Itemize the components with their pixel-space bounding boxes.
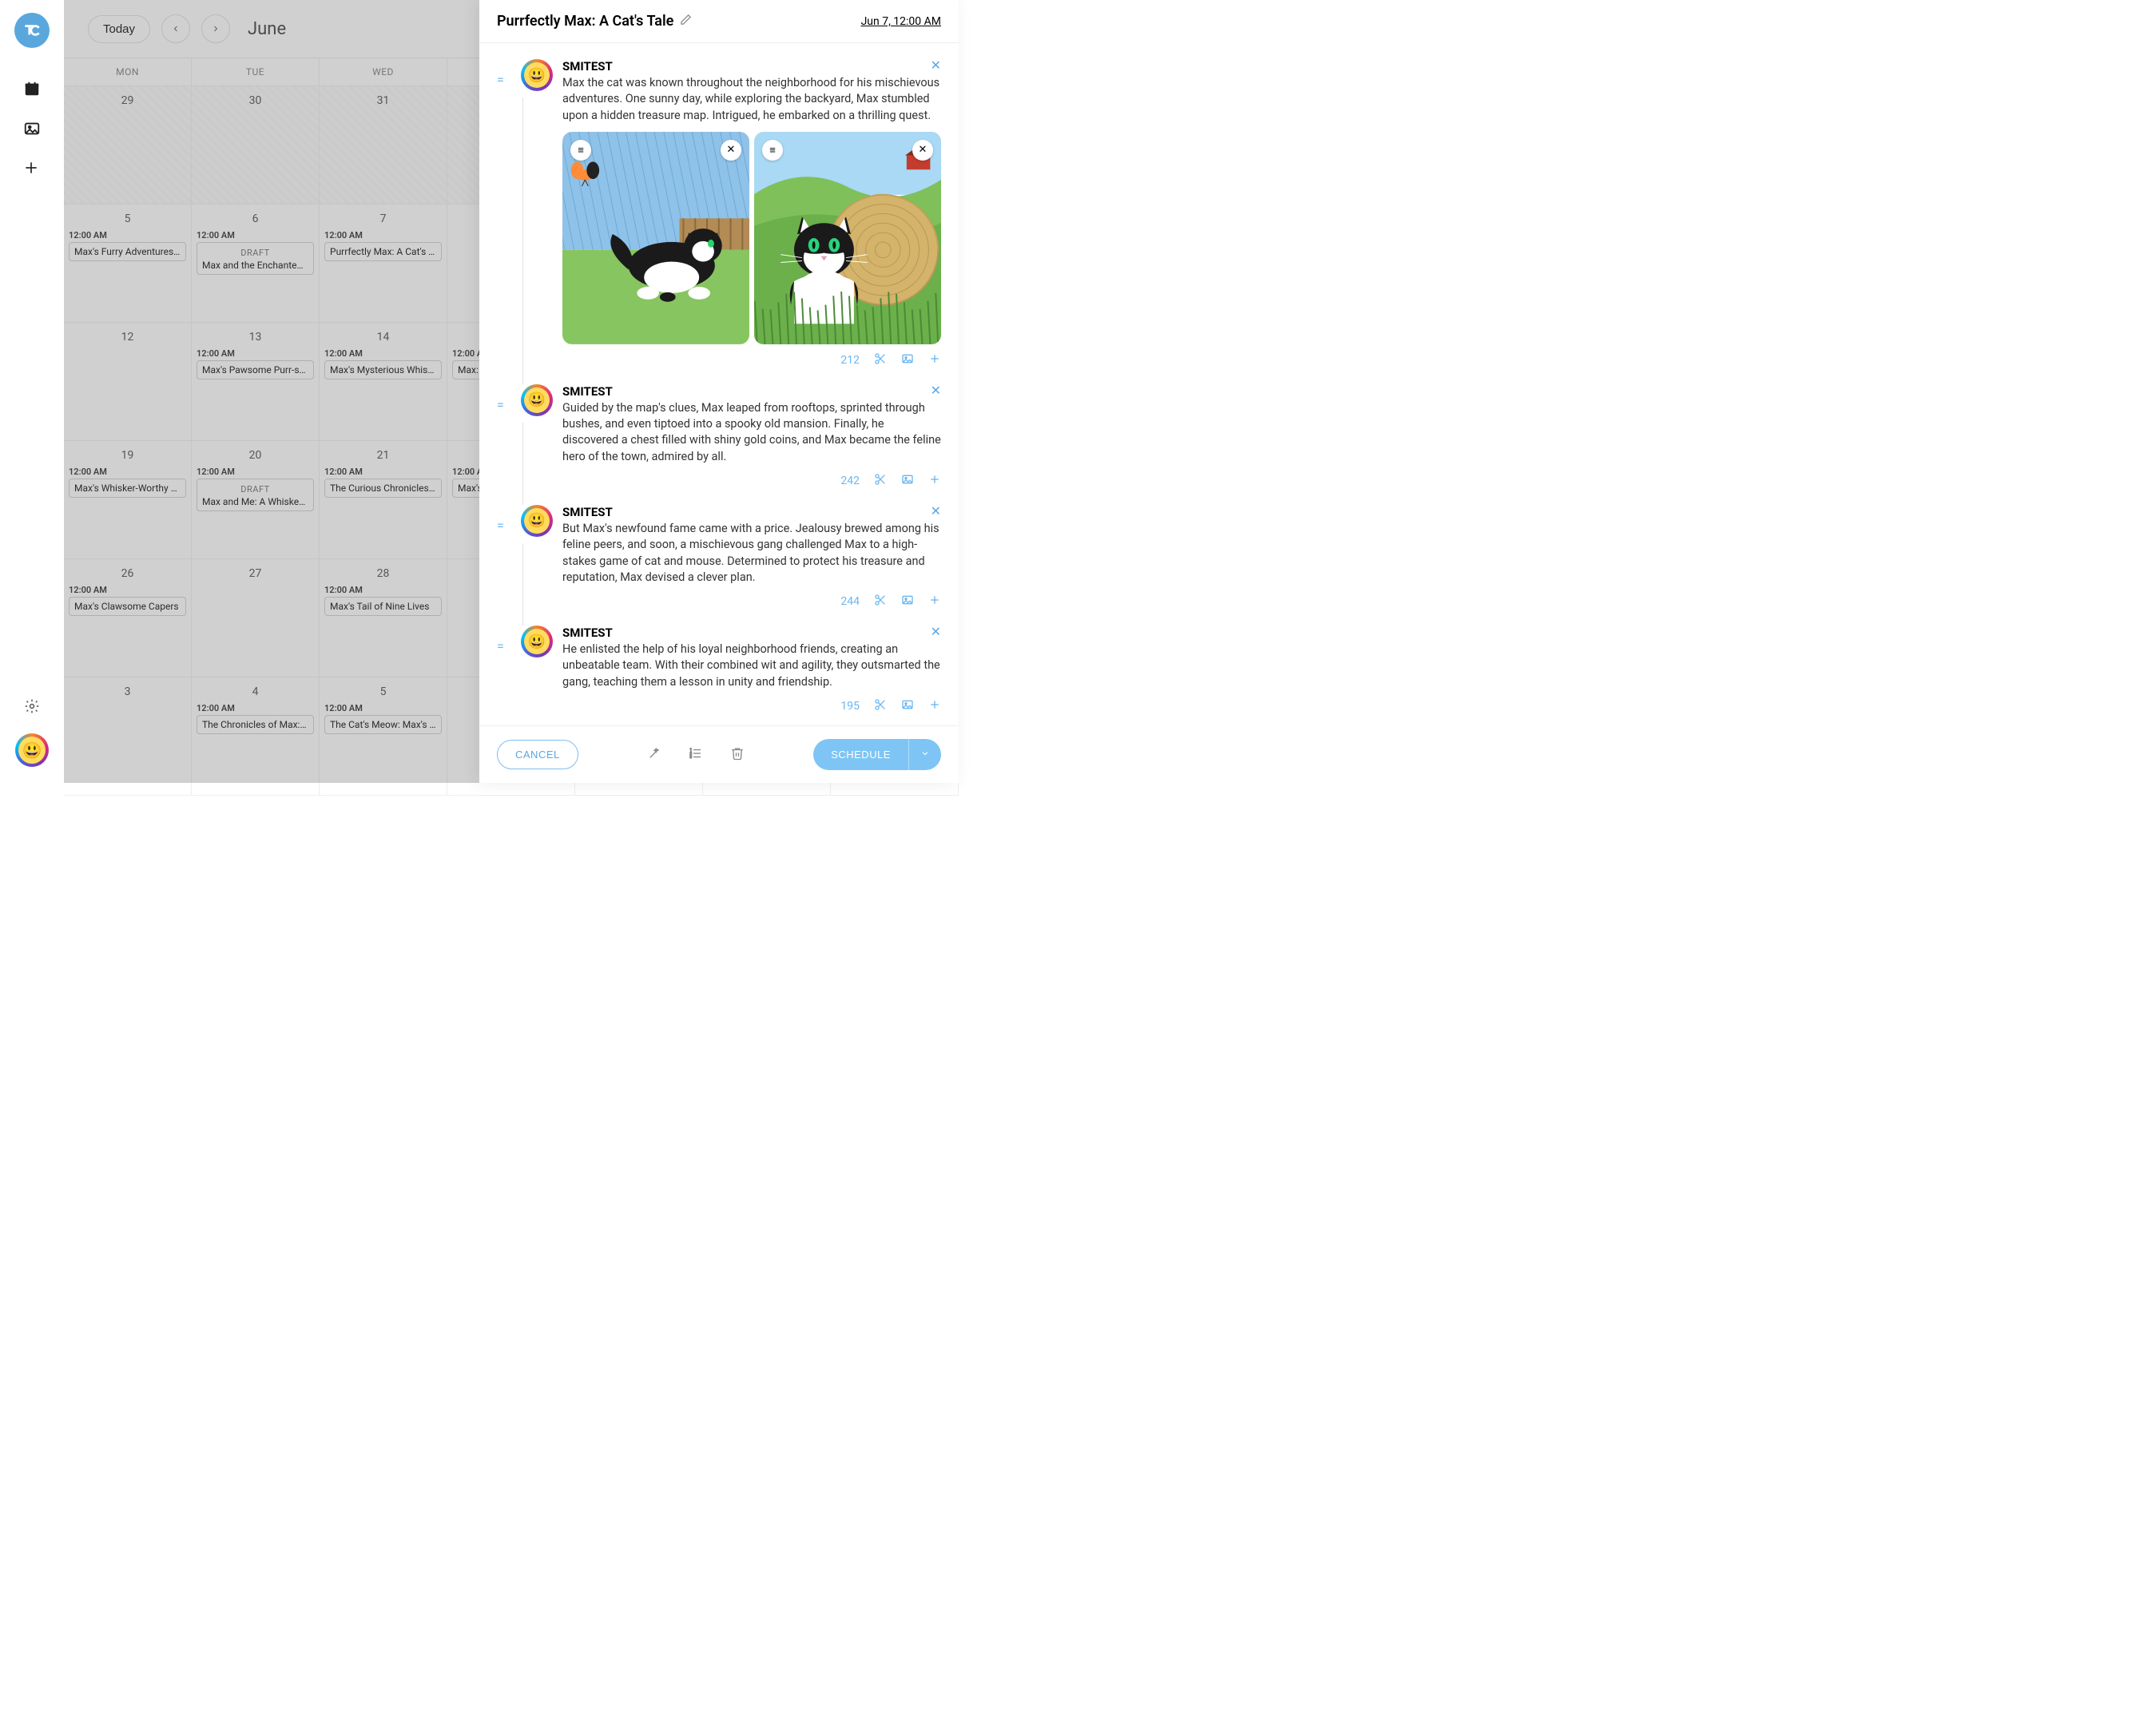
thread-text: But Max's newfound fame came with a pric… (562, 521, 941, 586)
edit-icon[interactable] (680, 13, 692, 30)
schedule-button[interactable]: SCHEDULE (813, 739, 908, 770)
image-icon[interactable] (23, 120, 41, 137)
char-count: 195 (840, 700, 860, 713)
drag-handle-icon[interactable]: = (497, 626, 511, 714)
add-image-icon[interactable] (901, 473, 914, 489)
trash-icon[interactable] (730, 746, 745, 764)
panel-title: Purrfectly Max: A Cat's Tale (497, 13, 692, 30)
scissors-icon[interactable] (874, 698, 887, 714)
image-close-icon[interactable]: ✕ (721, 140, 741, 161)
image-menu-icon[interactable]: ≡ (762, 140, 783, 161)
thread-images: ≡ ✕ (562, 132, 941, 344)
sidebar: 😃 (0, 0, 64, 783)
thread-avatar: 😃 (521, 505, 553, 537)
remove-thread-icon[interactable]: ✕ (931, 626, 941, 640)
image-close-icon[interactable]: ✕ (912, 140, 933, 161)
user-avatar[interactable]: 😃 (15, 733, 49, 767)
add-image-icon[interactable] (901, 698, 914, 714)
add-item-icon[interactable] (928, 473, 941, 489)
settings-icon[interactable] (24, 698, 40, 714)
add-image-icon[interactable] (901, 594, 914, 610)
thread-avatar: 😃 (521, 626, 553, 657)
thread-username: SMITEST (562, 505, 613, 519)
plus-icon[interactable] (23, 160, 41, 177)
panel-title-text: Purrfectly Max: A Cat's Tale (497, 13, 673, 30)
image-card[interactable]: ≡ ✕ (754, 132, 941, 344)
thread-text: Guided by the map's clues, Max leaped fr… (562, 400, 941, 465)
thread-avatar: 😃 (521, 384, 553, 416)
app-logo[interactable] (14, 13, 50, 48)
detail-panel: Purrfectly Max: A Cat's Tale Jun 7, 12:0… (479, 0, 959, 783)
add-image-icon[interactable] (901, 352, 914, 368)
cancel-button[interactable]: CANCEL (497, 740, 578, 769)
image-menu-icon[interactable]: ≡ (570, 140, 591, 161)
thread-avatar: 😃 (521, 59, 553, 91)
thread-item: = 😃 SMITEST ✕ Max the cat was known througho… (497, 53, 941, 378)
panel-date[interactable]: Jun 7, 12:00 AM (861, 15, 941, 28)
char-count: 242 (840, 475, 860, 487)
thread-username: SMITEST (562, 384, 613, 399)
scissors-icon[interactable] (874, 473, 887, 489)
scissors-icon[interactable] (874, 352, 887, 368)
add-item-icon[interactable] (928, 352, 941, 368)
remove-thread-icon[interactable]: ✕ (931, 59, 941, 73)
remove-thread-icon[interactable]: ✕ (931, 384, 941, 399)
char-count: 212 (840, 354, 860, 367)
drag-handle-icon[interactable]: = (497, 384, 511, 489)
svg-text:3: 3 (689, 755, 692, 760)
drag-handle-icon[interactable]: = (497, 59, 511, 368)
add-item-icon[interactable] (928, 698, 941, 714)
thread-username: SMITEST (562, 626, 613, 640)
thread-text: He enlisted the help of his loyal neighb… (562, 642, 941, 690)
thread-item: = 😃 SMITEST ✕Guided by the map's clues, Max… (497, 378, 941, 499)
calendar-icon[interactable] (23, 80, 41, 97)
thread-text: Max the cat was known throughout the nei… (562, 75, 941, 124)
add-item-icon[interactable] (928, 594, 941, 610)
magic-icon[interactable] (647, 746, 661, 764)
char-count: 244 (840, 595, 860, 608)
thread-username: SMITEST (562, 59, 613, 73)
drag-handle-icon[interactable]: = (497, 505, 511, 610)
remove-thread-icon[interactable]: ✕ (931, 505, 941, 519)
thread-item: = 😃 SMITEST ✕ But Max's newfound fame came w… (497, 499, 941, 619)
image-card[interactable]: ≡ ✕ (562, 132, 749, 344)
thread-item: = 😃 SMITEST ✕ He enlisted the help of his lo… (497, 619, 941, 724)
list-icon[interactable]: 123 (689, 746, 703, 764)
scissors-icon[interactable] (874, 594, 887, 610)
schedule-dropdown[interactable] (908, 739, 941, 770)
